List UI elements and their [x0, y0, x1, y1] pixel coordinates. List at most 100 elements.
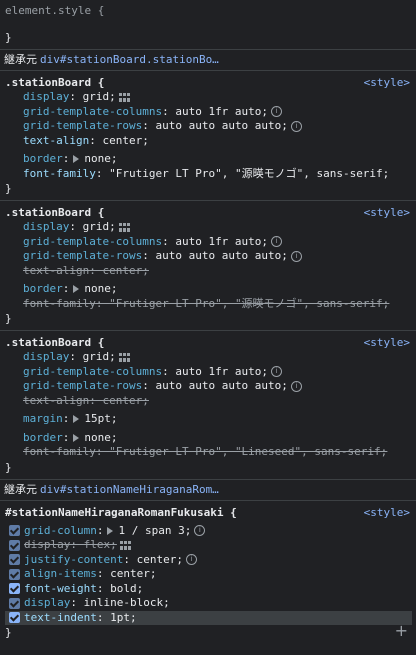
property-name: grid-template-rows [23, 249, 143, 262]
declaration-display[interactable]: display: grid; [5, 90, 412, 105]
property-name: display [24, 538, 71, 551]
declaration-align-items[interactable]: align-items: center; [5, 567, 412, 582]
declaration-text-align-overridden[interactable]: text-align: center; [5, 264, 412, 279]
declaration-font-family[interactable]: font-family: "Frutiger LT Pro", "源暎モノゴ",… [5, 167, 412, 182]
property-value: "Frutiger LT Pro", "源暎モノゴ", sans-serif; [109, 296, 390, 310]
declaration-display[interactable]: display: inline-block; [5, 596, 412, 611]
property-value: "源暎モノゴ" [234, 166, 304, 180]
property-value: "Frutiger LT Pro", "Lineseed", sans-seri… [109, 445, 388, 458]
property-value: center; [136, 552, 183, 566]
inherited-from-header: 継承元 div#stationBoard.stationBo… [0, 50, 416, 71]
property-value: auto 1fr auto; [175, 234, 269, 248]
enable-checkbox[interactable] [9, 583, 20, 595]
enable-checkbox[interactable] [9, 597, 20, 609]
enable-checkbox[interactable] [9, 568, 20, 580]
declaration-text-align-overridden[interactable]: text-align: center; [5, 394, 412, 409]
info-icon[interactable]: i [271, 366, 283, 378]
property-name: display [23, 350, 70, 363]
property-value: auto auto auto auto; [155, 119, 288, 132]
enable-checkbox[interactable] [9, 525, 20, 537]
declaration-margin[interactable]: margin:15pt; [5, 412, 412, 427]
inherited-from-label: 継承元 [4, 482, 37, 496]
info-icon[interactable]: i [194, 525, 206, 537]
style-source-link[interactable]: <style> [364, 205, 412, 220]
declaration-border[interactable]: border: none; [5, 282, 412, 297]
property-name: font-family [23, 166, 96, 180]
property-value: auto 1fr auto; [175, 104, 269, 118]
info-icon[interactable]: i [290, 120, 302, 132]
property-name: text-align [23, 263, 90, 277]
enable-checkbox[interactable] [9, 539, 20, 551]
declaration-display-overridden[interactable]: display: flex; [5, 538, 412, 553]
declaration-text-align[interactable]: text-align: center; [5, 134, 412, 149]
expand-triangle-icon[interactable] [73, 285, 80, 294]
declaration-text-indent[interactable]: text-indent: 1pt; [5, 610, 412, 625]
declaration-justify-content[interactable]: justify-content: center; i [5, 553, 412, 568]
declaration-grid-template-columns[interactable]: grid-template-columns: auto 1fr auto; i [5, 105, 412, 120]
info-icon[interactable]: i [271, 236, 283, 248]
inherited-from-header: 継承元 div#stationNameHiraganaRom… [0, 479, 416, 501]
flex-editor-icon[interactable] [119, 540, 131, 550]
inherited-element-link[interactable]: div#stationBoard.stationBo… [40, 53, 219, 66]
property-name: text-align [23, 393, 90, 407]
expand-triangle-icon[interactable] [73, 155, 80, 164]
property-name: grid-template-rows [23, 379, 143, 392]
property-name: display [24, 596, 71, 609]
grid-editor-icon[interactable] [118, 222, 130, 232]
declaration-grid-template-columns[interactable]: grid-template-columns: auto 1fr auto; i [5, 235, 412, 250]
closing-brace: } [5, 182, 12, 195]
rule-selector[interactable]: .stationBoard { [5, 75, 104, 90]
grid-editor-icon[interactable] [118, 352, 130, 362]
style-source-link[interactable]: <style> [364, 505, 412, 520]
property-name: grid-template-columns [23, 234, 163, 248]
info-icon[interactable]: i [290, 250, 302, 262]
property-value: inline-block; [83, 596, 170, 609]
declaration-border[interactable]: border: none; [5, 152, 412, 167]
declaration-grid-template-rows[interactable]: grid-template-rows: auto auto auto auto;… [5, 249, 412, 264]
property-value: center; [102, 393, 149, 407]
expand-triangle-icon[interactable] [73, 415, 80, 424]
rule-selector[interactable]: #stationNameHiraganaRomanFukusaki { [5, 505, 237, 520]
property-value: center; [102, 263, 149, 277]
property-value: 1 / span 3; [118, 523, 192, 537]
declaration-border[interactable]: border: none; [5, 431, 412, 446]
declaration-grid-template-rows[interactable]: grid-template-rows: auto auto auto auto;… [5, 119, 412, 134]
closing-brace: } [5, 460, 12, 474]
declaration-font-weight[interactable]: font-weight: bold; [5, 582, 412, 597]
property-name: text-indent [24, 610, 97, 624]
declaration-grid-template-rows[interactable]: grid-template-rows: auto auto auto auto;… [5, 379, 412, 394]
property-value: "Frutiger LT Pro" [109, 166, 222, 180]
info-icon[interactable]: i [185, 554, 197, 566]
property-value: none; [84, 152, 118, 165]
property-value: center; [102, 133, 149, 147]
declaration-grid-template-columns[interactable]: grid-template-columns: auto 1fr auto; i [5, 365, 412, 380]
property-name: grid-template-rows [23, 119, 143, 132]
property-name: grid-template-columns [23, 104, 163, 118]
property-name: align-items [24, 567, 97, 580]
declaration-font-family-overridden[interactable]: font-family: "Frutiger LT Pro", "Linesee… [5, 445, 412, 460]
declaration-font-family-overridden[interactable]: font-family: "Frutiger LT Pro", "源暎モノゴ",… [5, 297, 412, 312]
declaration-display[interactable]: display: grid; [5, 220, 412, 235]
info-icon[interactable]: i [290, 380, 302, 392]
rule-selector[interactable]: .stationBoard { [5, 335, 104, 350]
inherited-element-link[interactable]: div#stationNameHiraganaRom… [40, 483, 219, 496]
enable-checkbox[interactable] [9, 612, 20, 624]
expand-triangle-icon[interactable] [107, 526, 114, 535]
property-value: auto auto auto auto; [155, 249, 288, 262]
property-name: border [23, 282, 63, 295]
property-name: border [23, 430, 63, 444]
add-property-icon[interactable]: + [395, 621, 408, 640]
property-value: auto auto auto auto; [155, 379, 288, 392]
element-style-selector[interactable]: element.style { [5, 3, 412, 18]
closing-brace: } [5, 312, 12, 325]
style-source-link[interactable]: <style> [364, 335, 412, 350]
grid-editor-icon[interactable] [118, 92, 130, 102]
expand-triangle-icon[interactable] [73, 433, 80, 442]
property-name: display [23, 90, 70, 103]
declaration-grid-column[interactable]: grid-column:1 / span 3; i [5, 524, 412, 539]
enable-checkbox[interactable] [9, 554, 20, 566]
style-source-link[interactable]: <style> [364, 75, 412, 90]
declaration-display[interactable]: display: grid; [5, 350, 412, 365]
info-icon[interactable]: i [271, 106, 283, 118]
rule-selector[interactable]: .stationBoard { [5, 205, 104, 220]
